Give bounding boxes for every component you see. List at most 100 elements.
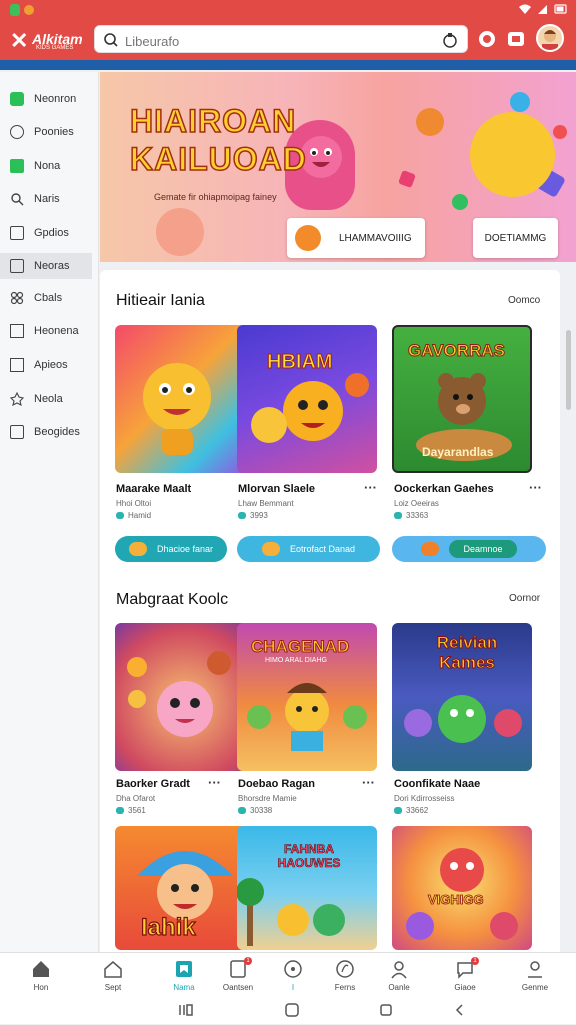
home-button-glyph [285, 1003, 299, 1017]
app-logo[interactable]: ✕ Alkitam KIDS GAMES [10, 28, 90, 54]
play-button[interactable]: Deamnoe [392, 536, 546, 562]
doc-icon [10, 358, 24, 372]
notifications-icon[interactable] [476, 28, 498, 50]
game-art-subtitle: HIMO ARAL DIAHG [265, 657, 327, 664]
status-icons [518, 3, 568, 15]
more-options-icon[interactable]: ··· [529, 480, 542, 495]
game-art-subtitle: Dayarandlas [422, 445, 494, 459]
game-title[interactable]: Baorker Gradt [116, 778, 190, 790]
hero-primary-button[interactable]: LHAMMAVOIIIG [287, 218, 425, 258]
hero-title: HIAIROAN KAILUOAD [129, 102, 307, 178]
more-options-icon[interactable]: ··· [364, 480, 377, 495]
game-card[interactable]: VIGHIGG [392, 826, 532, 950]
nav-item-home[interactable]: Hon [12, 953, 70, 997]
game-meta-1: Loiz Oeeiras [394, 499, 439, 508]
play-icon [128, 542, 147, 556]
game-card[interactable]: CHAGENAD HIMO ARAL DIAHG [237, 623, 377, 771]
bottom-navigation: Hon Sept Nama 1 Oantsen I Ferns Oanle 1 … [0, 952, 576, 997]
leaf-icon [336, 960, 354, 978]
game-card[interactable] [115, 623, 255, 771]
search-input[interactable] [123, 30, 427, 52]
sidebar-item-2[interactable]: Nona [0, 153, 92, 179]
game-card[interactable]: Iahik [115, 826, 255, 950]
notification-badge: 1 [471, 957, 479, 965]
game-card[interactable]: GAVORRAS Dayarandlas [392, 325, 532, 473]
game-title[interactable]: Mlorvan Slaele [238, 483, 315, 495]
home-icon [33, 961, 49, 977]
search-icon [11, 193, 24, 206]
game-title[interactable]: Oockerkan Gaehes [394, 483, 494, 495]
profile-icon [528, 961, 542, 978]
nav-label: Oantsen [222, 983, 254, 992]
nav-item-bookmark[interactable]: Nama [155, 953, 213, 997]
sidebar-item-3[interactable]: Naris [0, 186, 92, 212]
nav-item-leaf[interactable]: Ferns [316, 953, 374, 997]
section-title: Hitieair Iania [116, 292, 205, 309]
rating-icon [238, 512, 246, 520]
game-card[interactable]: Reivian Kames [392, 623, 532, 771]
sidebar-item-6[interactable]: Cbals [0, 285, 92, 311]
play-button[interactable]: Eotrofact Danad [237, 536, 380, 562]
home-button-icon[interactable] [282, 1000, 302, 1020]
clipboard-icon [10, 226, 24, 240]
header-divider [0, 60, 576, 70]
game-meta-value: Hamid [128, 511, 152, 520]
system-navigation-bar [0, 996, 576, 1024]
user-avatar[interactable] [536, 24, 564, 52]
nav-item-chat[interactable]: 1 Giaoe [436, 953, 494, 997]
game-title[interactable]: Doebao Ragan [238, 778, 315, 790]
sidebar-item-0[interactable]: Neonron [0, 86, 92, 112]
game-card[interactable] [115, 325, 255, 473]
overview-icon[interactable] [376, 1000, 396, 1020]
sidebar-item-8[interactable]: Apieos [0, 352, 92, 378]
nav-label: Ferns [334, 983, 356, 992]
star-icon [261, 542, 280, 556]
status-bar [0, 0, 576, 22]
sidebar-item-7[interactable]: Heonena [0, 318, 92, 344]
sidebar-item-label: Poonies [34, 126, 74, 138]
section-title: Mabgraat Koolc [116, 591, 229, 608]
nav-item-circle[interactable]: I [264, 953, 322, 997]
scrollbar-thumb[interactable] [566, 330, 571, 410]
chat-bubble-icon [10, 125, 24, 139]
game-card[interactable]: FAHNBA HAOUWES [237, 826, 377, 950]
person-icon [391, 961, 407, 979]
nav-item-house[interactable]: Sept [84, 953, 142, 997]
voice-search-icon[interactable] [441, 31, 459, 49]
nav-item-tablet[interactable]: 1 Oantsen [209, 953, 267, 997]
hero-banner[interactable]: HIAIROAN KAILUOAD Gemate fir ohiapmoipag… [100, 72, 576, 262]
game-meta-1: Dori Kdirrosseiss [394, 794, 455, 803]
hero-primary-label: LHAMMAVOIIIG [339, 232, 412, 244]
hero-title-line2: KAILUOAD [129, 140, 307, 178]
play-button[interactable]: Dhacioe fanar [115, 536, 227, 562]
game-meta-2: 30338 [238, 806, 272, 815]
game-art-title: Iahik [140, 913, 196, 941]
sidebar-item-10[interactable]: Beogides [0, 419, 92, 445]
notification-badge: 1 [244, 957, 252, 965]
messages-icon[interactable] [505, 28, 527, 50]
more-options-icon[interactable]: ··· [208, 775, 221, 790]
app-badge-icon [295, 225, 321, 251]
sidebar-item-5[interactable]: Neoras [0, 253, 92, 279]
see-more-link[interactable]: Oornor [509, 593, 540, 604]
nav-item-profile[interactable]: Genme [506, 953, 564, 997]
game-title[interactable]: Coonfikate Naae [394, 778, 480, 790]
game-meta-2: 3561 [116, 806, 146, 815]
game-meta-1: Hhoi Oltoi [116, 499, 152, 508]
nav-item-person[interactable]: Oanle [370, 953, 428, 997]
rating-icon [394, 512, 402, 520]
recent-apps-icon[interactable] [176, 1000, 196, 1020]
game-title[interactable]: Maarake Maalt [116, 483, 191, 495]
sidebar-item-9[interactable]: Neola [0, 386, 92, 412]
recent-apps-glyph [179, 1004, 193, 1016]
more-options-icon[interactable]: ··· [362, 775, 375, 790]
search-bar[interactable] [94, 25, 468, 53]
hero-secondary-button[interactable]: DOETIAMMG [473, 218, 558, 258]
back-icon[interactable] [450, 1000, 470, 1020]
see-more-link[interactable]: Oomco [508, 295, 540, 306]
sidebar-item-4[interactable]: Gpdios [0, 220, 92, 246]
sidebar-item-1[interactable]: Poonies [0, 119, 92, 145]
hero-secondary-label: DOETIAMMG [484, 232, 547, 244]
game-card[interactable]: HBIAM [237, 325, 377, 473]
game-art-character [251, 373, 369, 443]
